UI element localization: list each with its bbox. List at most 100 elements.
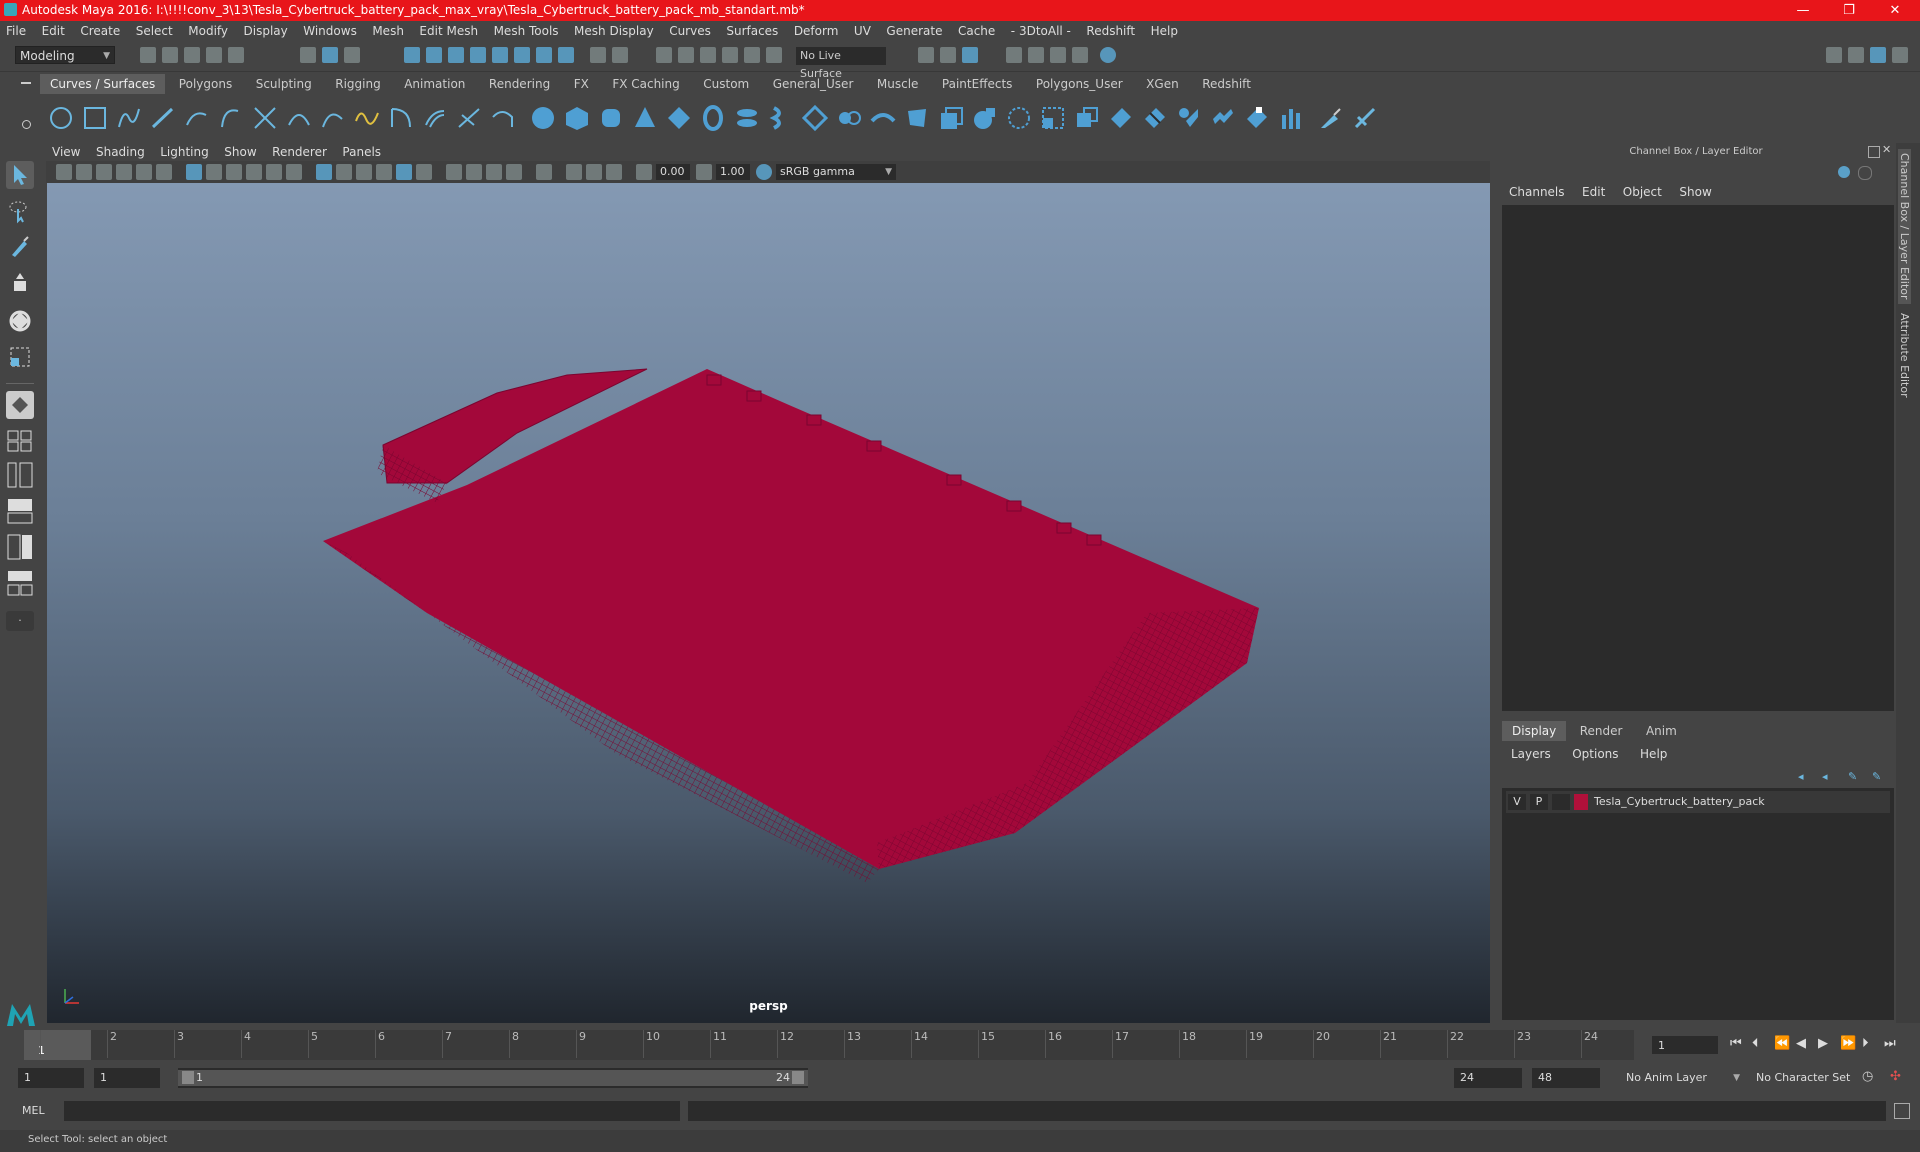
sculpt-geometry-icon[interactable] <box>1318 105 1344 131</box>
redo-icon[interactable] <box>228 47 244 63</box>
snap-curve-icon[interactable] <box>426 47 442 63</box>
move-tool-button[interactable] <box>6 271 34 299</box>
curve-intersect-icon[interactable] <box>252 105 278 131</box>
detach-surfaces-icon[interactable] <box>1176 105 1202 131</box>
fillet-curve-icon[interactable] <box>388 105 414 131</box>
textured-icon[interactable] <box>376 164 392 180</box>
viewport-menu-panels[interactable]: Panels <box>336 143 387 161</box>
gamma-icon[interactable] <box>696 164 712 180</box>
safe-action-icon[interactable] <box>286 164 302 180</box>
go-to-end-icon[interactable]: ⏭ <box>1884 1036 1896 1051</box>
toolbox-more-button[interactable]: · <box>6 611 34 631</box>
minimize-button[interactable]: — <box>1780 0 1826 21</box>
xray-components-icon[interactable] <box>606 164 622 180</box>
persp-outliner-layout-button[interactable] <box>6 461 34 489</box>
animation-end-field[interactable]: 48 <box>1532 1068 1600 1088</box>
character-set-select[interactable]: No Character Set <box>1750 1068 1870 1088</box>
nurbs-circle-icon[interactable] <box>48 105 74 131</box>
shadows-icon[interactable] <box>446 164 462 180</box>
close-panel-icon[interactable]: ✕ <box>1882 143 1891 156</box>
nurbs-plane-icon[interactable] <box>666 105 692 131</box>
paint-select-tool-button[interactable] <box>6 233 34 261</box>
play-forwards-icon[interactable]: ▶ <box>1818 1036 1828 1051</box>
menu-surfaces[interactable]: Surfaces <box>720 21 784 41</box>
menu-create[interactable]: Create <box>74 21 126 41</box>
auto-key-icon[interactable]: ◷ <box>1862 1069 1873 1084</box>
exposure-field[interactable]: 0.00 <box>656 164 690 180</box>
tab-fx[interactable]: FX <box>564 74 599 94</box>
xray-icon[interactable] <box>566 164 582 180</box>
mode-selector[interactable]: Modeling ▼ <box>15 46 115 64</box>
motion-blur-icon[interactable] <box>486 164 502 180</box>
menu-edit-mesh[interactable]: Edit Mesh <box>413 21 484 41</box>
save-scene-icon[interactable] <box>184 47 200 63</box>
channel-box-menu-edit[interactable]: Edit <box>1575 182 1612 202</box>
range-end-grip[interactable] <box>792 1071 804 1084</box>
xray-joints-icon[interactable] <box>586 164 602 180</box>
ep-curve-tool-icon[interactable] <box>150 105 176 131</box>
loft-icon[interactable] <box>768 105 794 131</box>
symmetry-icon[interactable] <box>558 47 574 63</box>
extrude-icon[interactable] <box>836 105 862 131</box>
select-tool-button[interactable] <box>6 161 34 189</box>
wireframe-toggle-icon[interactable] <box>316 164 332 180</box>
resolution-gate-icon[interactable] <box>226 164 242 180</box>
menu-modify[interactable]: Modify <box>182 21 234 41</box>
range-start-grip[interactable] <box>182 1071 194 1084</box>
menu-uv[interactable]: UV <box>848 21 877 41</box>
trim-tool-icon[interactable] <box>1074 105 1100 131</box>
layer-name[interactable]: Tesla_Cybertruck_battery_pack <box>1594 794 1794 810</box>
use-all-lights-icon[interactable] <box>416 164 432 180</box>
screen-space-ao-icon[interactable] <box>466 164 482 180</box>
attach-surfaces-icon[interactable] <box>1142 105 1168 131</box>
bevel-plus-icon[interactable] <box>972 105 998 131</box>
gate-mask-icon[interactable] <box>246 164 262 180</box>
single-perspective-layout-button[interactable] <box>6 391 34 419</box>
menu-edit[interactable]: Edit <box>36 21 71 41</box>
tab-xgen[interactable]: XGen <box>1136 74 1189 94</box>
menu-redshift[interactable]: Redshift <box>1080 21 1141 41</box>
field-chart-icon[interactable] <box>266 164 282 180</box>
step-forward-key-icon[interactable]: ⏩ <box>1840 1036 1856 1051</box>
tab-painteffects[interactable]: PaintEffects <box>932 74 1022 94</box>
side-tab-attribute-editor[interactable]: Attribute Editor <box>1898 313 1911 398</box>
tab-fx-caching[interactable]: FX Caching <box>602 74 689 94</box>
play-backwards-icon[interactable]: ◀ <box>1796 1036 1806 1051</box>
menu-mesh[interactable]: Mesh <box>366 21 410 41</box>
modeling-toolkit-icon[interactable] <box>1826 47 1842 63</box>
rotate-tool-button[interactable] <box>6 307 34 335</box>
cv-curve-tool-icon[interactable] <box>116 105 142 131</box>
tab-polygons[interactable]: Polygons <box>169 74 242 94</box>
square-surface-icon[interactable] <box>938 105 964 131</box>
image-plane-icon[interactable] <box>116 164 132 180</box>
input-ops-icon[interactable] <box>918 47 934 63</box>
range-slider[interactable]: 1 24 <box>178 1068 808 1088</box>
viewport-menu-show[interactable]: Show <box>218 143 262 161</box>
view-transform-select[interactable]: sRGB gamma ▼ <box>776 164 896 180</box>
soft-select-icon[interactable] <box>612 47 628 63</box>
layer-menu-layers[interactable]: Layers <box>1502 744 1560 764</box>
live-surface-field[interactable]: No Live Surface <box>796 47 886 80</box>
layer-menu-help[interactable]: Help <box>1631 744 1676 764</box>
insert-isoparms-icon[interactable] <box>1278 105 1304 131</box>
select-object-icon[interactable] <box>322 47 338 63</box>
2d-pan-zoom-icon[interactable] <box>136 164 152 180</box>
birail-icon[interactable] <box>870 105 896 131</box>
bookmark-icon[interactable] <box>96 164 112 180</box>
output-ops-icon[interactable] <box>940 47 956 63</box>
channel-box-area[interactable] <box>1502 205 1894 711</box>
gamma-field[interactable]: 1.00 <box>716 164 750 180</box>
menu-3dtoall[interactable]: - 3DtoAll - <box>1005 21 1077 41</box>
tab-animation[interactable]: Animation <box>394 74 475 94</box>
wireframe-on-shaded-icon[interactable] <box>396 164 412 180</box>
channel-box-icon[interactable] <box>1838 166 1850 178</box>
scale-tool-button[interactable] <box>6 343 34 371</box>
tab-curves-surfaces[interactable]: Curves / Surfaces <box>40 74 166 94</box>
persp-hypershade-layout-button[interactable] <box>6 533 34 561</box>
maximize-button[interactable]: ❐ <box>1826 0 1872 21</box>
undo-icon[interactable] <box>206 47 222 63</box>
move-layer-down-icon[interactable]: ◂ <box>1822 770 1828 783</box>
float-panel-icon[interactable] <box>1868 146 1880 158</box>
viewport-menu-lighting[interactable]: Lighting <box>154 143 215 161</box>
menu-deform[interactable]: Deform <box>788 21 845 41</box>
